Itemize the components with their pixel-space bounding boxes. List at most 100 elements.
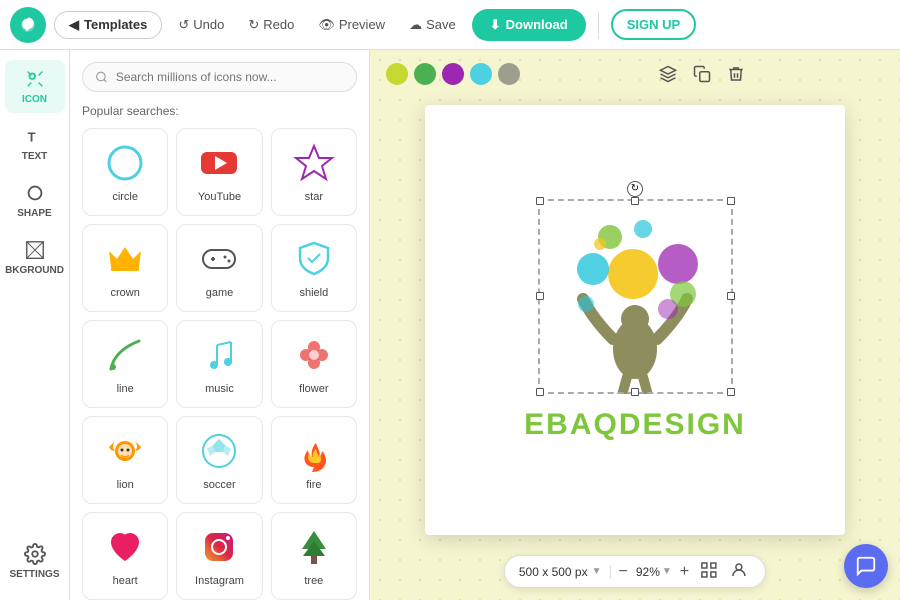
icon-label: circle: [112, 191, 138, 203]
icon-cell-circle[interactable]: circle: [82, 128, 168, 216]
icon-label: crown: [110, 287, 139, 299]
canvas-container: ↻: [425, 105, 845, 535]
icon-label: fire: [306, 479, 321, 491]
icon-cell-crown[interactable]: crown: [82, 224, 168, 312]
zoom-label: 92%: [636, 565, 660, 579]
sidebar-item-text[interactable]: T TEXT: [5, 117, 65, 170]
search-box[interactable]: [82, 62, 357, 92]
preview-icon: 👁: [318, 17, 335, 33]
sidebar-item-settings[interactable]: SETTINGS: [5, 535, 65, 588]
color-swatch-3[interactable]: [470, 63, 492, 85]
icon-label: tree: [304, 575, 323, 587]
bottom-toolbar: 500 x 500 px ▼ − 92% ▼ +: [504, 555, 766, 588]
canvas-size-selector[interactable]: 500 x 500 px ▼: [519, 565, 611, 579]
duplicate-button[interactable]: [688, 60, 716, 88]
color-swatches: [386, 63, 520, 85]
save-label: Save: [426, 17, 456, 32]
layers-button[interactable]: [654, 60, 682, 88]
icon-label: YouTube: [198, 191, 241, 203]
undo-button[interactable]: ↺ Undo: [170, 12, 232, 38]
color-swatch-4[interactable]: [498, 63, 520, 85]
sidebar-item-shape[interactable]: SHAPE: [5, 174, 65, 227]
divider: [598, 11, 599, 39]
icon-grid: circle YouTube star crown game: [82, 128, 357, 600]
signup-label: SIGN UP: [627, 17, 680, 32]
icon-cell-game[interactable]: game: [176, 224, 262, 312]
size-label: 500 x 500 px: [519, 565, 588, 579]
icon-cell-music[interactable]: music: [176, 320, 262, 408]
logo-svg: [538, 199, 733, 394]
app-logo: [10, 7, 46, 43]
sidebar-item-icon-label: ICON: [22, 94, 47, 105]
icon-cell-heart[interactable]: heart: [82, 512, 168, 600]
icon-label: game: [206, 287, 234, 299]
icon-label: flower: [299, 383, 328, 395]
zoom-out-button[interactable]: −: [617, 563, 630, 581]
download-label: Download: [506, 17, 568, 32]
save-button[interactable]: ☁ Save: [401, 12, 464, 38]
main-layout: ICON T TEXT SHAPE BKGROUND SETTINGS Popu…: [0, 50, 900, 600]
icon-label: lion: [117, 479, 134, 491]
back-arrow-icon: ◀: [69, 17, 79, 33]
size-dropdown-icon: ▼: [592, 566, 602, 577]
icon-cell-soccer[interactable]: soccer: [176, 416, 262, 504]
color-swatch-0[interactable]: [386, 63, 408, 85]
sidebar-item-background-label: BKGROUND: [5, 265, 64, 276]
popular-searches-label: Popular searches:: [82, 104, 357, 118]
sidebar-item-shape-label: SHAPE: [17, 208, 51, 219]
rotate-handle[interactable]: ↻: [627, 181, 643, 197]
topbar: ◀ Templates ↺ Undo ↻ Redo 👁 Preview ☁ Sa…: [0, 0, 900, 50]
icon-label: line: [117, 383, 134, 395]
sidebar-item-settings-label: SETTINGS: [9, 569, 59, 580]
preview-button[interactable]: 👁 Preview: [310, 12, 393, 38]
sidebar-item-icon[interactable]: ICON: [5, 60, 65, 113]
icon-cell-tree[interactable]: tree: [271, 512, 357, 600]
canvas-area: ↻: [370, 50, 900, 600]
preview-label: Preview: [339, 17, 385, 32]
sidebar: ICON T TEXT SHAPE BKGROUND SETTINGS: [0, 50, 70, 600]
icon-cell-line[interactable]: line: [82, 320, 168, 408]
sidebar-item-background[interactable]: BKGROUND: [5, 231, 65, 284]
canvas-toolbar-icons: [654, 60, 750, 88]
svg-text:T: T: [27, 130, 35, 145]
color-swatch-1[interactable]: [414, 63, 436, 85]
chat-button[interactable]: [844, 544, 888, 588]
download-button[interactable]: ⬇ Download: [472, 9, 586, 41]
icon-label: shield: [299, 287, 328, 299]
icon-cell-youtube[interactable]: YouTube: [176, 128, 262, 216]
icon-cell-instagram[interactable]: Instagram: [176, 512, 262, 600]
redo-icon: ↻: [248, 17, 259, 33]
delete-button[interactable]: [722, 60, 750, 88]
redo-button[interactable]: ↻ Redo: [240, 12, 302, 38]
templates-label: Templates: [84, 17, 147, 32]
user-button[interactable]: [727, 562, 751, 581]
redo-label: Redo: [263, 17, 294, 32]
zoom-value[interactable]: 92% ▼: [636, 565, 672, 579]
secondary-toolbar: [370, 60, 900, 88]
undo-label: Undo: [193, 17, 224, 32]
icon-panel: Popular searches: circle YouTube star cr…: [70, 50, 370, 600]
icon-cell-flower[interactable]: flower: [271, 320, 357, 408]
icon-label: star: [305, 191, 323, 203]
icon-label: heart: [113, 575, 138, 587]
signup-button[interactable]: SIGN UP: [611, 9, 696, 40]
brand-name: EBAQDESIGN: [524, 408, 746, 442]
save-icon: ☁: [409, 17, 422, 33]
icon-label: music: [205, 383, 234, 395]
grid-button[interactable]: [697, 562, 721, 581]
download-icon: ⬇: [490, 17, 501, 33]
zoom-in-button[interactable]: +: [678, 563, 691, 581]
zoom-dropdown-icon: ▼: [662, 566, 672, 577]
icon-label: soccer: [203, 479, 235, 491]
templates-button[interactable]: ◀ Templates: [54, 11, 162, 39]
icon-label: Instagram: [195, 575, 244, 587]
icon-cell-star[interactable]: star: [271, 128, 357, 216]
sidebar-item-text-label: TEXT: [22, 151, 48, 162]
chat-icon: [855, 555, 877, 577]
search-input[interactable]: [116, 70, 344, 84]
icon-cell-lion[interactable]: lion: [82, 416, 168, 504]
icon-cell-shield[interactable]: shield: [271, 224, 357, 312]
color-swatch-2[interactable]: [442, 63, 464, 85]
zoom-controls: − 92% ▼ +: [617, 563, 692, 581]
icon-cell-fire[interactable]: fire: [271, 416, 357, 504]
